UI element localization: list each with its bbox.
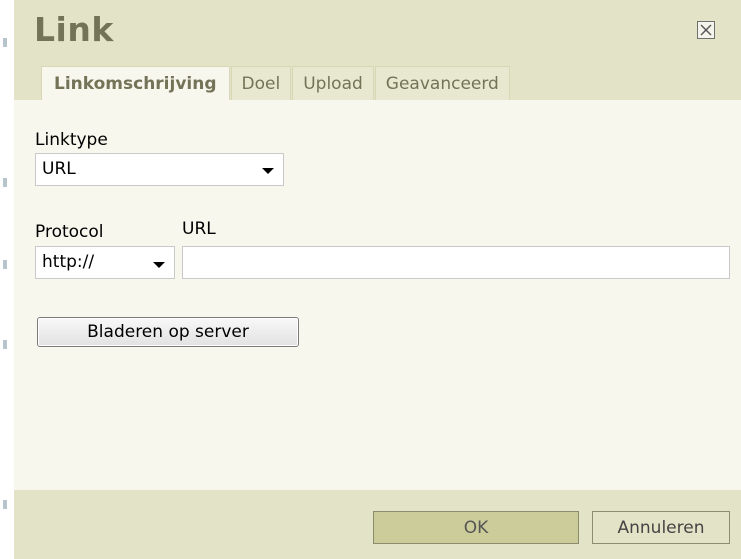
tab-doel[interactable]: Doel: [230, 66, 292, 100]
close-icon[interactable]: [697, 21, 715, 39]
link-dialog: Link Linkomschrijving Doel Upload Geavan…: [14, 0, 741, 559]
linktype-value: URL: [42, 159, 76, 179]
dialog-footer: OK Annuleren: [14, 490, 741, 559]
url-input[interactable]: [182, 246, 730, 279]
page: Link Linkomschrijving Doel Upload Geavan…: [0, 0, 741, 559]
protocol-value: http://: [42, 252, 95, 272]
tab-geavanceerd[interactable]: Geavanceerd: [374, 66, 510, 100]
dialog-body: Linktype URL Protocol URL http:// Blader…: [14, 100, 741, 490]
background-strip: [0, 0, 14, 559]
chevron-down-icon: [262, 168, 274, 174]
dialog-header[interactable]: Link Linkomschrijving Doel Upload Geavan…: [14, 0, 741, 100]
background-mark: [3, 178, 7, 187]
protocol-label: Protocol: [35, 222, 104, 242]
dialog-title: Link: [34, 10, 114, 49]
background-mark: [3, 260, 7, 269]
background-mark: [3, 38, 7, 47]
linktype-select[interactable]: URL: [35, 153, 284, 186]
url-label: URL: [182, 219, 216, 239]
cancel-button[interactable]: Annuleren: [592, 511, 730, 544]
linktype-label: Linktype: [35, 130, 108, 150]
background-mark: [3, 500, 7, 509]
protocol-select[interactable]: http://: [35, 246, 175, 279]
tab-linkomschrijving[interactable]: Linkomschrijving: [41, 66, 230, 100]
ok-button[interactable]: OK: [373, 511, 579, 544]
browse-server-button[interactable]: Bladeren op server: [37, 317, 299, 347]
background-mark: [3, 340, 7, 349]
tab-bar: Linkomschrijving Doel Upload Geavanceerd: [41, 66, 511, 100]
tab-upload[interactable]: Upload: [292, 66, 374, 100]
chevron-down-icon: [153, 262, 165, 268]
